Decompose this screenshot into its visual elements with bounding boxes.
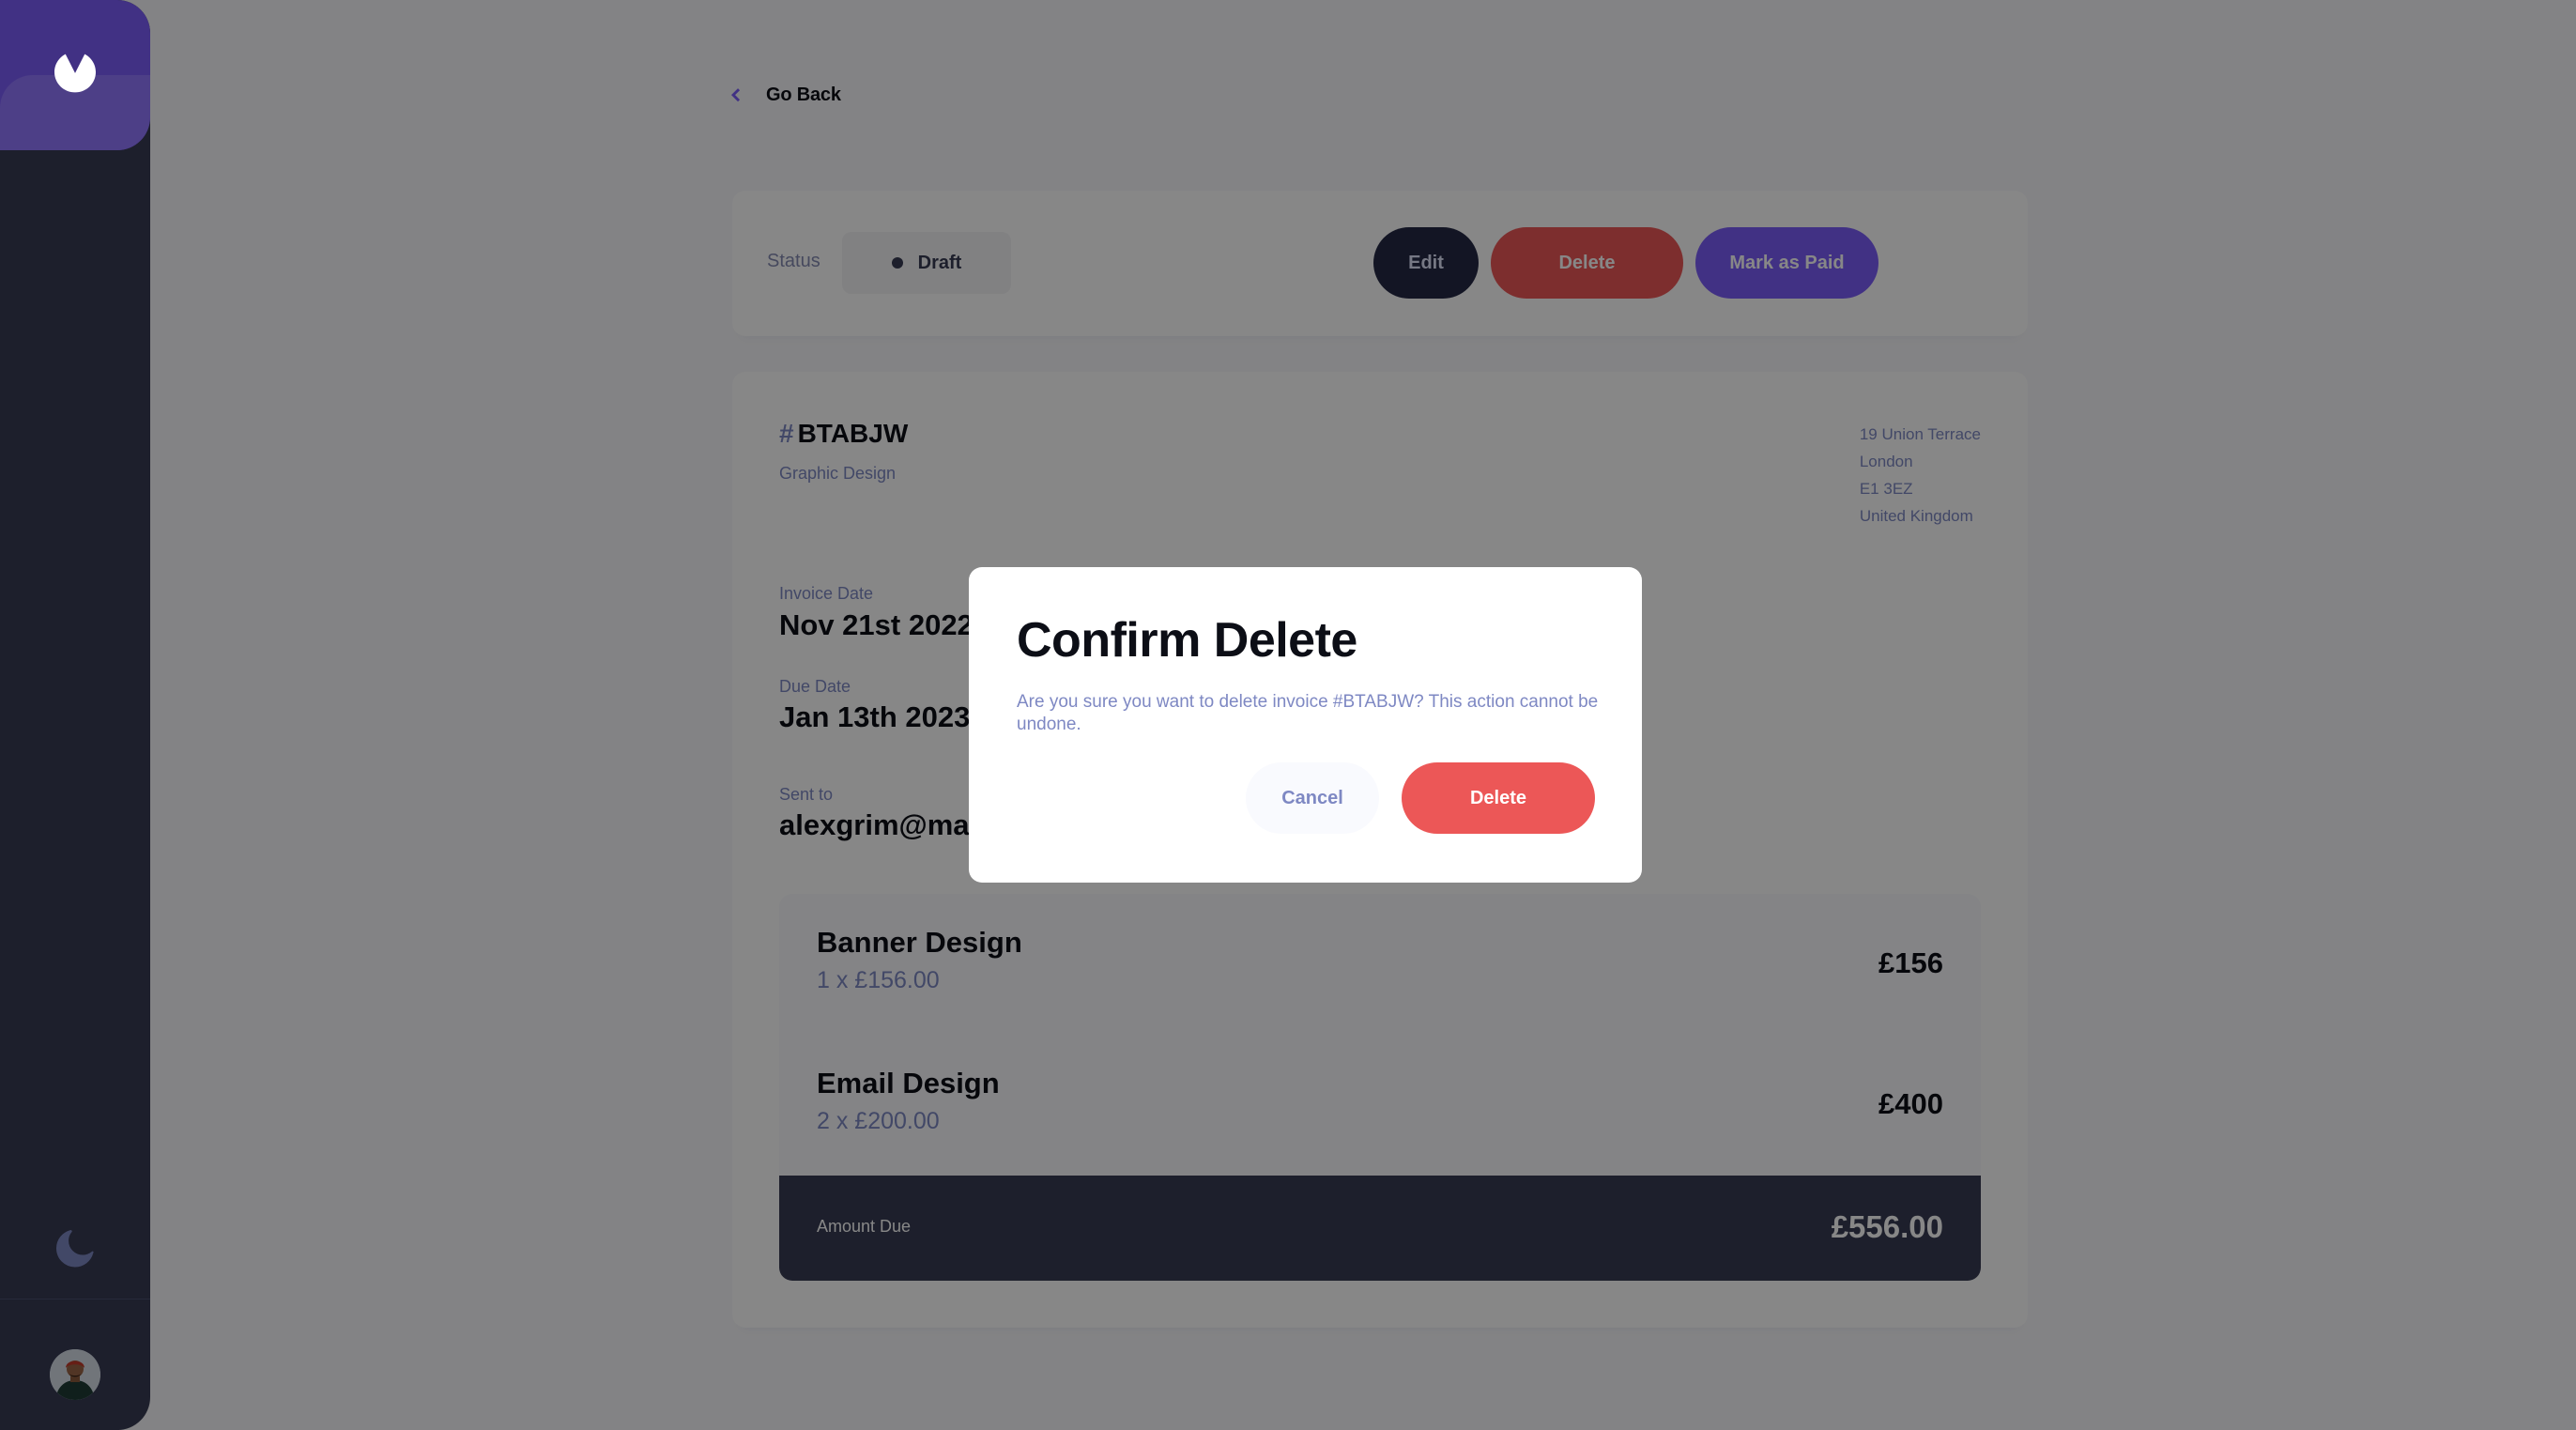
modal-title: Confirm Delete xyxy=(1017,613,1357,668)
cancel-button[interactable]: Cancel xyxy=(1246,762,1379,834)
confirm-delete-modal: Confirm Delete Are you sure you want to … xyxy=(969,567,1642,883)
modal-message: Are you sure you want to delete invoice … xyxy=(1017,692,1599,734)
confirm-delete-button[interactable]: Delete xyxy=(1402,762,1595,834)
logo-icon xyxy=(54,54,96,93)
